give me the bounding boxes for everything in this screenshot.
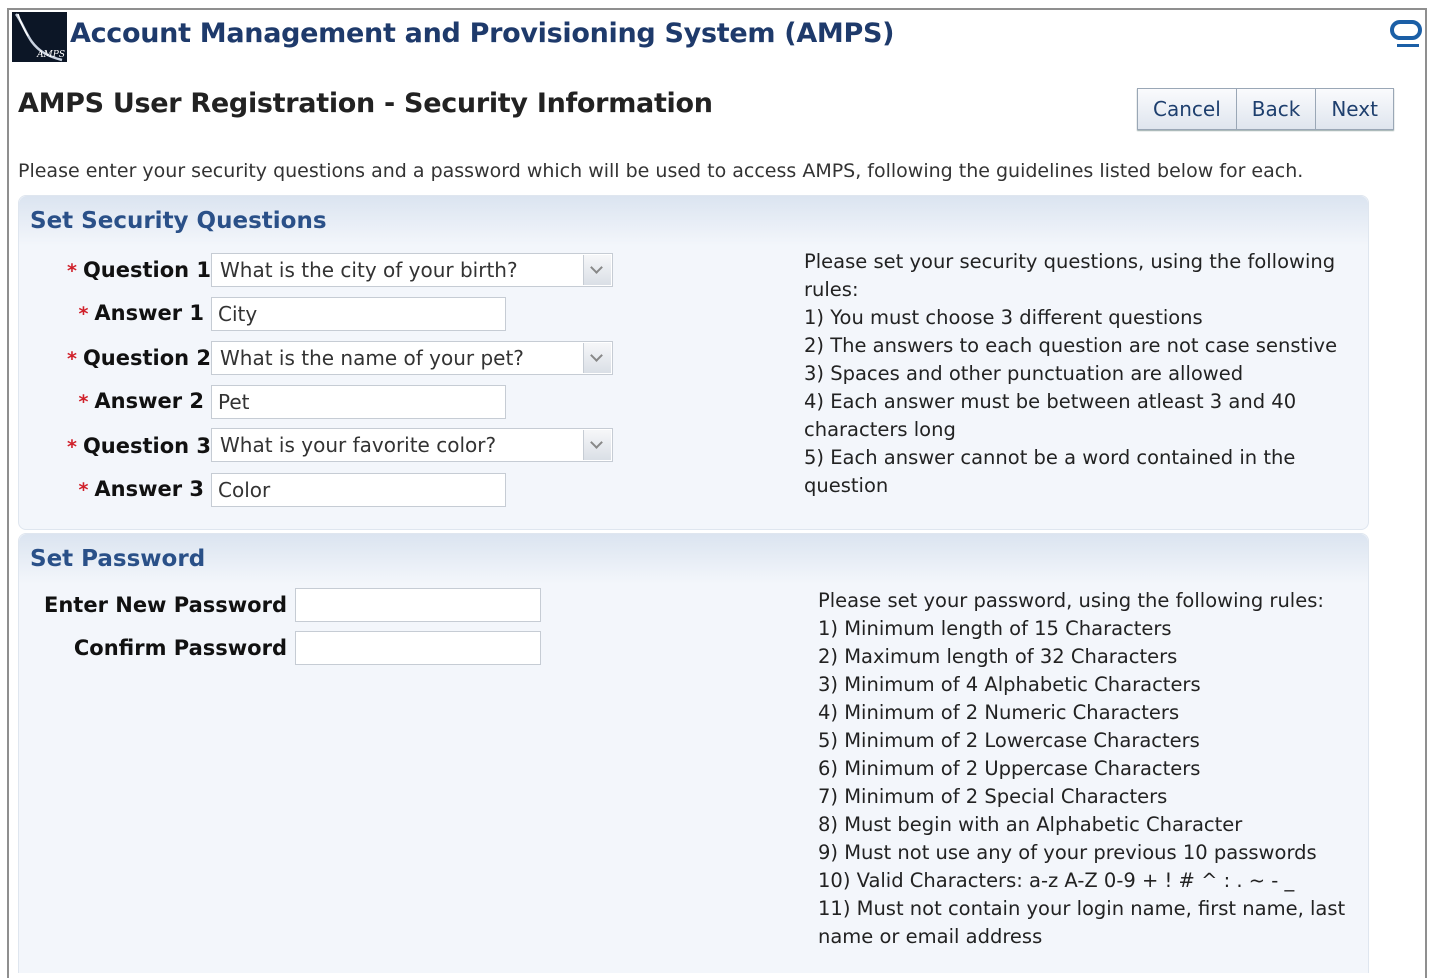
cancel-button[interactable]: Cancel — [1138, 89, 1237, 129]
rule-line: Please set your security questions, usin… — [804, 250, 1336, 273]
confirm-password-label: Confirm Password — [73, 636, 287, 660]
question-3-value: What is your favorite color? — [220, 433, 497, 457]
rule-line: 4) Minimum of 2 Numeric Characters — [818, 701, 1180, 724]
answer-3-label: * Answer 3 — [78, 477, 204, 501]
rule-line: rules: — [804, 278, 859, 301]
rule-line: characters long — [804, 418, 956, 441]
chevron-down-icon[interactable] — [583, 430, 611, 460]
password-rules: Please set your password, using the foll… — [818, 587, 1345, 951]
security-questions-panel: Set Security Questions * Question 1 What … — [18, 195, 1369, 530]
rule-line: 10) Valid Characters: a-z A-Z 0-9 + ! # … — [818, 869, 1295, 892]
password-heading: Set Password — [19, 534, 1368, 584]
rule-line: 9) Must not use any of your previous 10 … — [818, 841, 1317, 864]
question-3-select[interactable]: What is your favorite color? — [211, 428, 613, 462]
new-password-label: Enter New Password — [44, 593, 287, 617]
rule-line: name or email address — [818, 925, 1043, 948]
toolbar: Cancel Back Next — [1137, 88, 1394, 130]
password-panel: Set Password Enter New Password Confirm … — [18, 533, 1369, 973]
rule-line: 11) Must not contain your login name, fi… — [818, 897, 1346, 920]
question-2-value: What is the name of your pet? — [220, 346, 524, 370]
rule-line: Please set your password, using the foll… — [818, 589, 1324, 612]
question-1-label: * Question 1 — [67, 258, 212, 282]
answer-2-input[interactable]: Pet — [211, 385, 506, 419]
question-3-label: * Question 3 — [67, 434, 212, 458]
required-marker: * — [78, 391, 89, 413]
rule-line: 5) Each answer cannot be a word containe… — [804, 446, 1296, 469]
answer-1-label: * Answer 1 — [78, 301, 204, 325]
question-2-select[interactable]: What is the name of your pet? — [211, 341, 613, 375]
rule-line: 3) Spaces and other punctuation are allo… — [804, 362, 1244, 385]
app-title: Account Management and Provisioning Syst… — [70, 18, 895, 49]
rule-line: 7) Minimum of 2 Special Characters — [818, 785, 1168, 808]
rule-line: 2) The answers to each question are not … — [804, 334, 1338, 357]
page-title: AMPS User Registration - Security Inform… — [18, 88, 713, 119]
oracle-icon — [1390, 20, 1422, 47]
rule-line: question — [804, 474, 889, 497]
app-header: AMPS Account Management and Provisioning… — [10, 12, 1430, 62]
rule-line: 6) Minimum of 2 Uppercase Characters — [818, 757, 1201, 780]
security-questions-heading: Set Security Questions — [19, 196, 1368, 246]
rule-line: 8) Must begin with an Alphabetic Charact… — [818, 813, 1243, 836]
next-button[interactable]: Next — [1316, 89, 1393, 129]
confirm-password-input[interactable] — [295, 631, 541, 665]
required-marker: * — [67, 436, 77, 458]
required-marker: * — [67, 260, 77, 282]
required-marker: * — [78, 303, 89, 325]
rule-line: 5) Minimum of 2 Lowercase Characters — [818, 729, 1200, 752]
answer-1-input[interactable]: City — [211, 297, 506, 331]
rule-line: 3) Minimum of 4 Alphabetic Characters — [818, 673, 1201, 696]
chevron-down-icon[interactable] — [583, 343, 611, 373]
question-1-select[interactable]: What is the city of your birth? — [211, 253, 613, 287]
amps-logo-icon: AMPS — [12, 12, 67, 62]
new-password-input[interactable] — [295, 588, 541, 622]
rule-line: 2) Maximum length of 32 Characters — [818, 645, 1178, 668]
instructions-text: Please enter your security questions and… — [18, 160, 1304, 182]
chevron-down-icon[interactable] — [583, 255, 611, 285]
back-button[interactable]: Back — [1236, 89, 1317, 129]
rule-line: 1) You must choose 3 different questions — [804, 306, 1203, 329]
answer-3-input[interactable]: Color — [211, 473, 506, 507]
question-2-label: * Question 2 — [67, 346, 212, 370]
logo-text: AMPS — [37, 50, 65, 60]
answer-2-label: * Answer 2 — [78, 389, 204, 413]
security-questions-rules: Please set your security questions, usin… — [804, 248, 1337, 500]
question-1-value: What is the city of your birth? — [220, 258, 518, 282]
required-marker: * — [67, 348, 77, 370]
rule-line: 1) Minimum length of 15 Characters — [818, 617, 1172, 640]
required-marker: * — [78, 479, 89, 501]
rule-line: 4) Each answer must be between atleast 3… — [804, 390, 1297, 413]
